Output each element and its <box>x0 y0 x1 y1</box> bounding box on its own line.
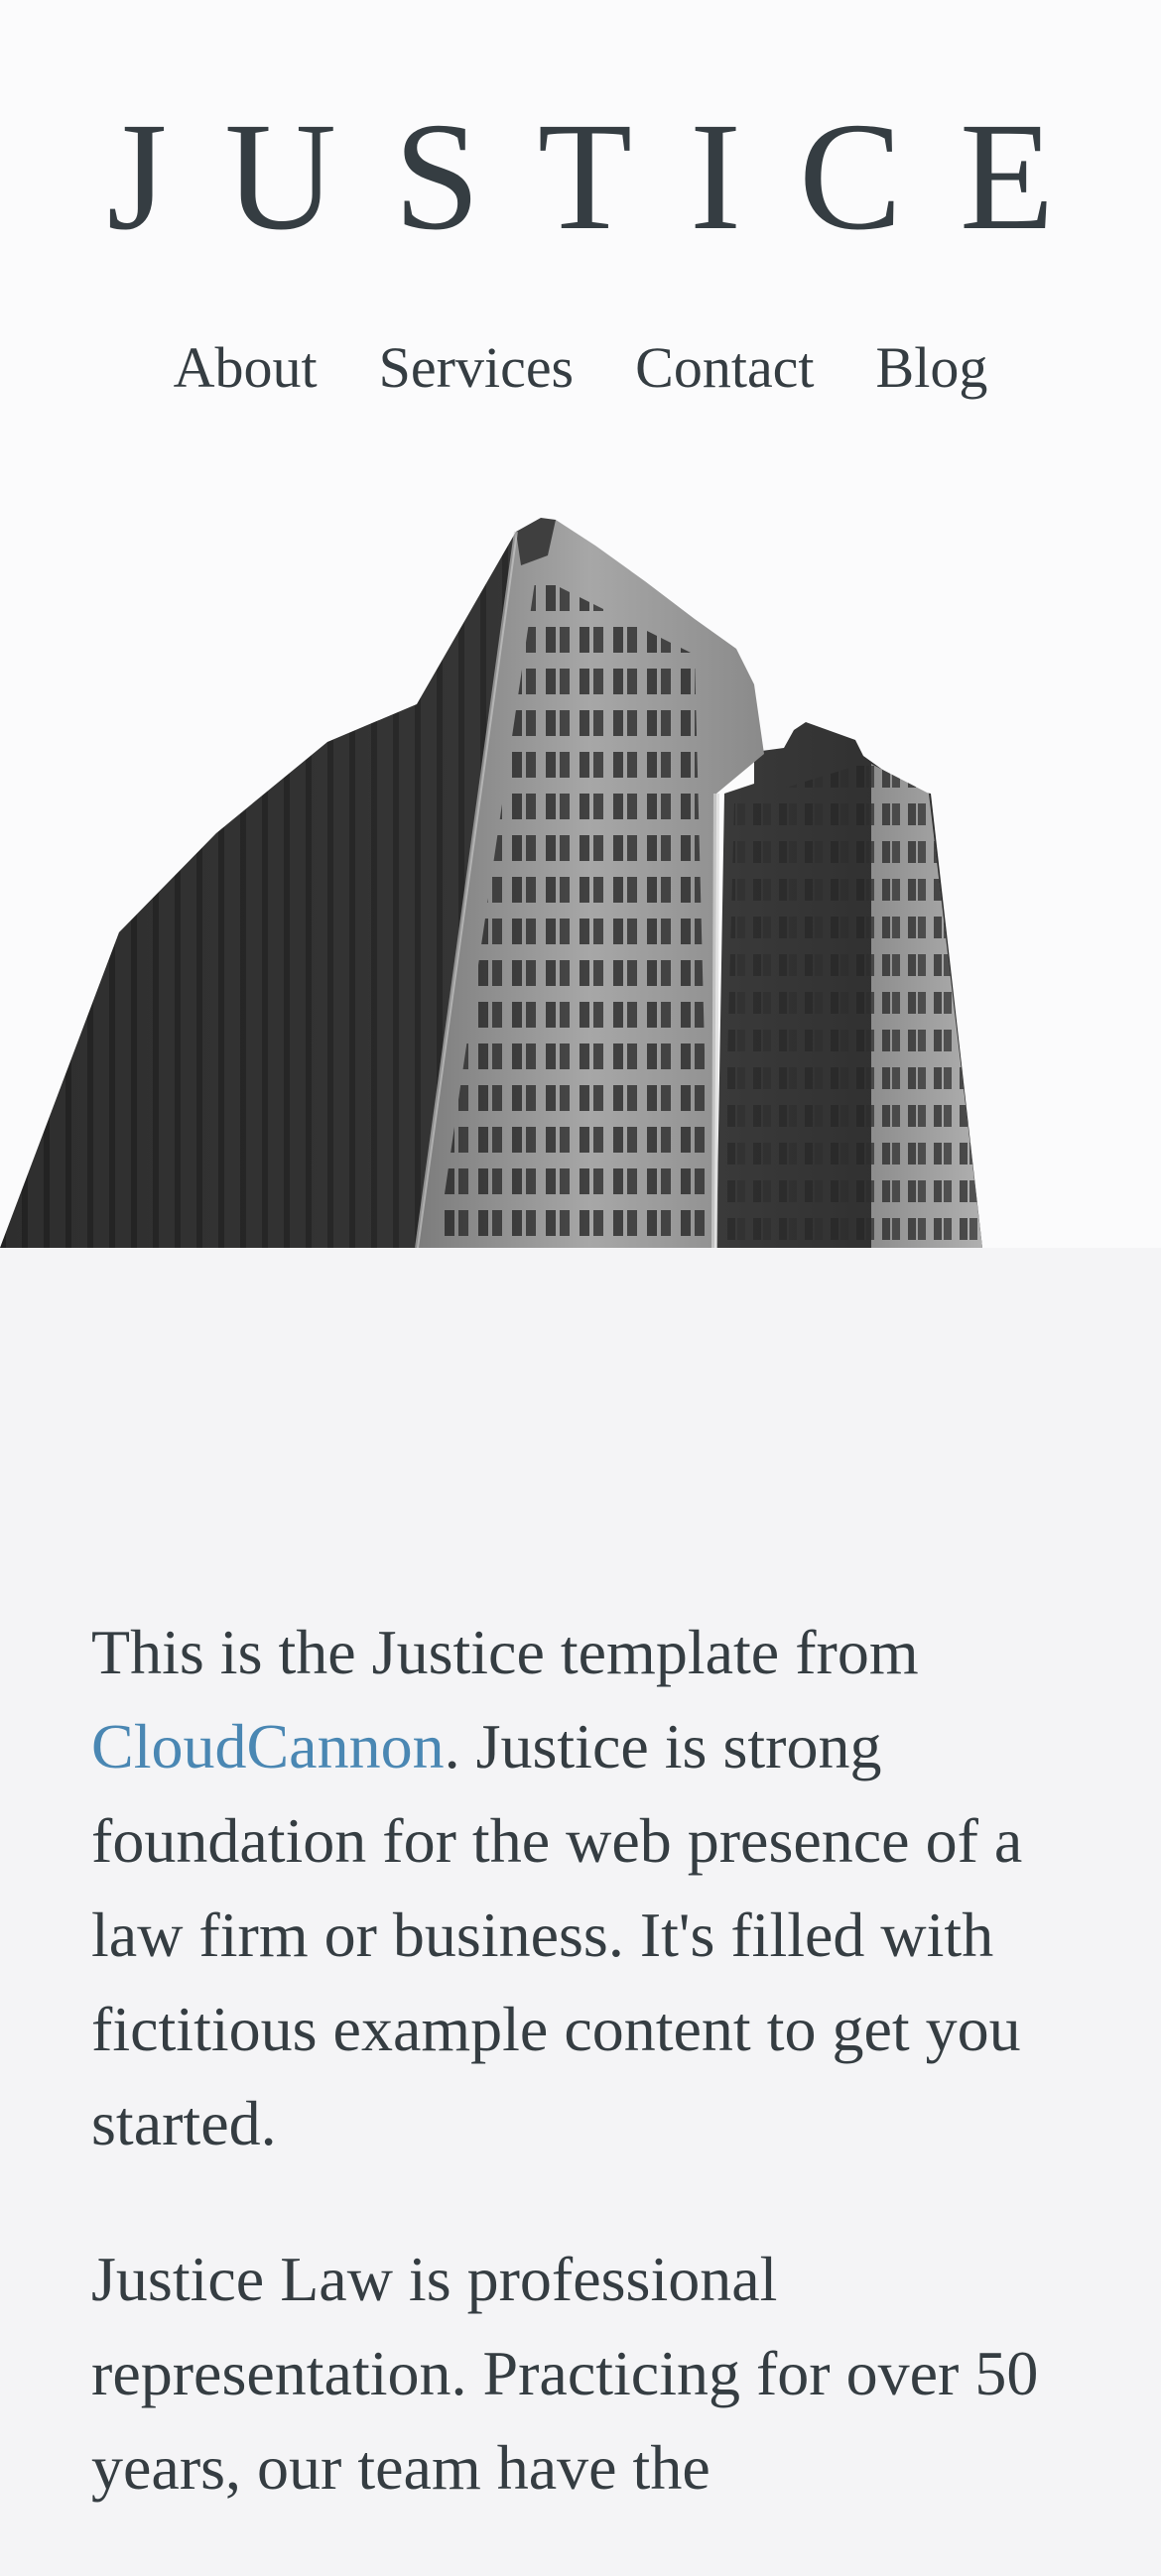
main-nav: About Services Contact Blog <box>0 339 1161 397</box>
nav-item-about[interactable]: About <box>174 339 318 397</box>
intro-content: This is the Justice template from CloudC… <box>91 1605 1074 2576</box>
site-header: JUSTICE About Services Contact Blog <box>0 0 1161 1248</box>
intro-paragraph-1: This is the Justice template from CloudC… <box>91 1617 1023 2158</box>
nav-item-services[interactable]: Services <box>379 339 575 397</box>
intro-paragraph-2: Justice Law is professional representati… <box>91 2244 1039 2503</box>
cloudcannon-link[interactable]: CloudCannon <box>91 1711 445 1781</box>
nav-item-contact[interactable]: Contact <box>635 339 814 397</box>
site-logo[interactable]: JUSTICE <box>0 99 1161 254</box>
hero-building-image <box>0 518 982 1248</box>
nav-item-blog[interactable]: Blog <box>876 339 988 397</box>
